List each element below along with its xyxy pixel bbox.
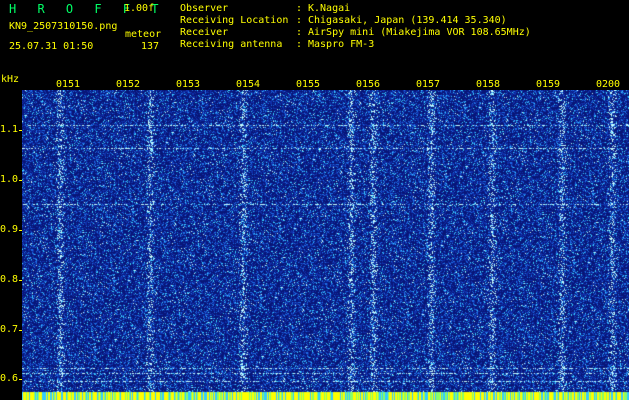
frequency-tick-label: 0.7 <box>0 324 19 335</box>
frequency-tick-label: 0.6 <box>0 373 19 384</box>
frequency-tick-label: 0.9 <box>0 224 19 235</box>
time-tick-label: 0154 <box>236 79 261 90</box>
antenna-value: Maspro FM-3 <box>308 39 375 50</box>
receiver-value: AirSpy mini (Miakejima VOR 108.65MHz) <box>308 27 531 38</box>
time-tick-label: 0153 <box>176 79 201 90</box>
meteor-count: 137 <box>141 41 160 52</box>
axis-unit-label: kHz <box>1 74 20 85</box>
location-colon: : <box>296 15 303 26</box>
timestamp-label: 25.07.31 01:50 <box>9 41 94 52</box>
time-tick-label: 0156 <box>356 79 381 90</box>
antenna-colon: : <box>296 39 303 50</box>
time-tick-label: 0158 <box>476 79 501 90</box>
location-label: Receiving Location <box>180 15 289 26</box>
time-tick-label: 0157 <box>416 79 441 90</box>
frequency-tick-label: 1.1 <box>0 124 19 135</box>
observer-value: K.Nagai <box>308 3 351 14</box>
observer-label: Observer <box>180 3 229 14</box>
observer-colon: : <box>296 3 303 14</box>
frequency-tick-label: 0.8 <box>0 274 19 285</box>
frequency-tick-label: 1.0 <box>0 174 19 185</box>
header-panel: H R O F F T 1.00f KN9_2507310150.png met… <box>0 0 629 85</box>
receiver-label: Receiver <box>180 27 229 38</box>
time-tick-label: 0200 <box>596 79 621 90</box>
time-tick-label: 0159 <box>536 79 561 90</box>
antenna-label: Receiving antenna <box>180 39 283 50</box>
time-tick-label: 0151 <box>56 79 81 90</box>
meteor-label: meteor <box>125 29 162 40</box>
location-value: Chigasaki, Japan (139.414 35.340) <box>308 15 507 26</box>
filename-label: KN9_2507310150.png <box>9 21 118 32</box>
time-tick-label: 0155 <box>296 79 321 90</box>
time-tick-label: 0152 <box>116 79 141 90</box>
spectrogram-panel <box>22 90 629 400</box>
spectrogram-canvas <box>22 90 629 400</box>
frequency-axis: 1.1 1.0 0.9 0.8 0.7 0.6 <box>0 90 23 400</box>
version-label: 1.00f <box>124 3 155 14</box>
receiver-colon: : <box>296 27 303 38</box>
